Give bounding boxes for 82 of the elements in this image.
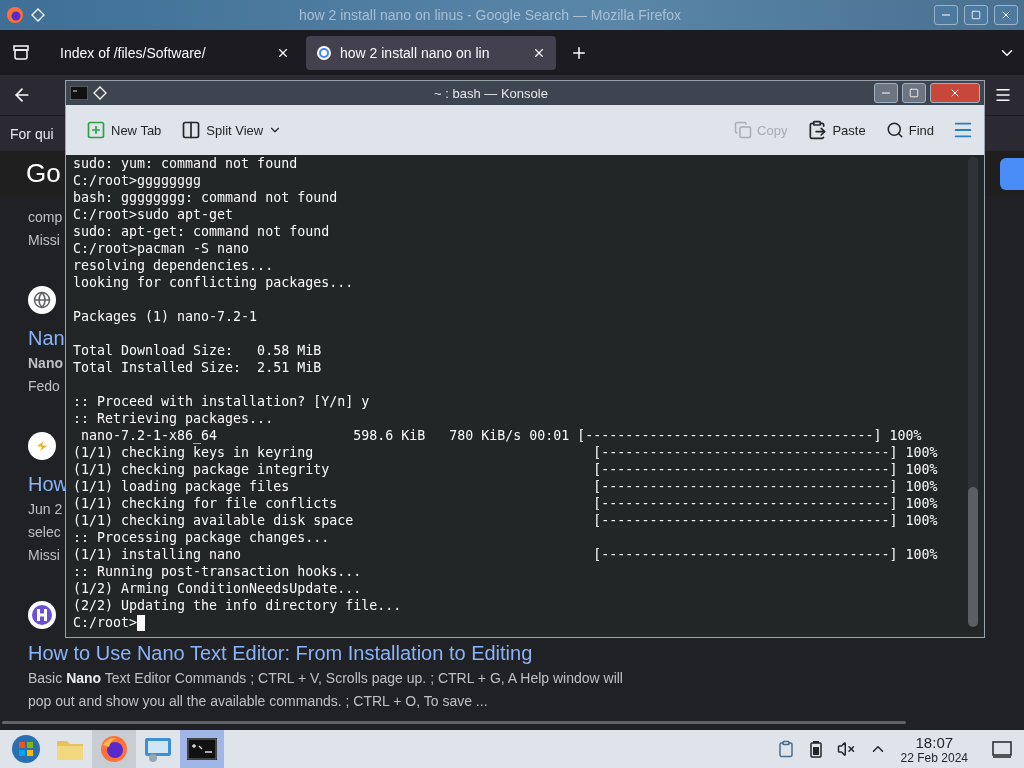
terminal-line: sudo: yum: command not found (73, 155, 298, 172)
terminal-line: (1/2) Arming ConditionNeedsUpdate... (73, 580, 362, 597)
result-snippet: Jun 2 (28, 500, 63, 519)
terminal-line: sudo: apt-get: command not found (73, 223, 330, 240)
paste-icon (807, 120, 828, 140)
result-snippet: Basic Nano Text Editor Commands ; CTRL + V, Scrolls page up. ; CTRL + G, A Help window will (28, 669, 623, 688)
result-title[interactable]: How to Use Nano Text Editor: From Installation to Editing (28, 639, 533, 667)
battery-icon[interactable] (808, 740, 823, 758)
window-title: how 2 install nano on linus - Google Search — Mozilla Firefox (297, 7, 683, 23)
toolbar-button[interactable]: Paste (805, 118, 868, 142)
close-button[interactable] (994, 5, 1018, 25)
terminal-line: (2/2) Updating the info directory file... (73, 597, 402, 614)
terminal-line: bash: gggggggg: command not found (73, 189, 338, 206)
clock[interactable]: 18:07 22 Feb 2024 (900, 733, 968, 765)
split-view-icon (181, 120, 202, 140)
result-title[interactable]: Nan (28, 324, 65, 352)
toolbar-button[interactable]: Find (883, 119, 936, 141)
result-snippet: selec (28, 523, 61, 542)
terminal-line: (1/1) checking keys in keyring [------------------------------------] 100% (73, 444, 938, 461)
terminal-icon (187, 738, 217, 760)
result-snippet: Missi (28, 546, 60, 565)
google-icon (316, 44, 332, 61)
scrollbar[interactable] (968, 157, 978, 627)
terminal-line: Total Download Size: 0.58 MiB (73, 342, 322, 359)
result-snippet: comp (28, 208, 63, 227)
taskbar-button[interactable] (180, 730, 224, 768)
terminal-line: :: Running post-transaction hooks... (73, 563, 362, 580)
taskbar-button[interactable] (92, 730, 136, 768)
terminal-line: (1/1) loading package files [------------------------------------] 100% (73, 478, 938, 495)
result-snippet: pop out and show you all the available commands. ; CTRL + O, To save ... (28, 692, 488, 711)
google-logo: Go (26, 158, 61, 189)
result-snippet: Missi (28, 231, 60, 250)
close-icon (1000, 9, 1012, 21)
terminal-line: :: Retrieving packages... (73, 410, 274, 427)
globe-icon (28, 286, 56, 314)
new-tab-icon (86, 120, 106, 140)
terminal-line: C:/root>sudo apt-get (73, 206, 234, 223)
terminal-line: resolving dependencies... (73, 257, 274, 274)
close-icon (949, 87, 961, 99)
browser-tab[interactable]: how 2 install nano on lin (306, 35, 556, 70)
tab-overview-icon[interactable] (12, 44, 30, 61)
terminal-line: :: Proceed with installation? [Y/n] y (73, 393, 370, 410)
result-snippet: Nano (28, 354, 63, 373)
terminal-line: (1/1) checking package integrity [------------------------------------] 100% (73, 461, 938, 478)
show-desktop-icon[interactable] (992, 740, 1012, 758)
firefox-icon (6, 6, 24, 24)
firefox-icon (100, 735, 128, 763)
terminal-line: (1/1) checking available disk space [------------------------------------] 100% (73, 512, 938, 529)
terminal-line: C:/root> (73, 614, 138, 631)
maximize-button[interactable] (902, 83, 926, 103)
banner-text: For qui (10, 125, 54, 142)
system-monitor-icon (143, 735, 173, 763)
maximize-icon (909, 88, 919, 98)
result-snippet: Fedo (28, 377, 60, 396)
terminal-line: Packages (1) nano-7.2-1 (73, 308, 258, 325)
terminal-line: looking for conflicting packages... (73, 274, 354, 291)
site-icon (28, 432, 56, 460)
toolbar-button[interactable]: Split View (179, 118, 285, 142)
site-icon (28, 601, 56, 629)
maximize-icon (971, 10, 981, 20)
window-title: ~ : bash — Konsole (433, 85, 549, 101)
scrollbar[interactable] (2, 721, 906, 724)
terminal-line: C:/root>gggggggg (73, 172, 202, 189)
muted-speaker-icon[interactable] (836, 740, 855, 758)
pin-icon (30, 7, 46, 23)
pin-icon (92, 85, 108, 101)
terminal-line: C:/root>pacman -S nano (73, 240, 250, 257)
search-icon (885, 121, 904, 139)
maximize-button[interactable] (964, 5, 988, 25)
copy-icon (734, 121, 753, 139)
menu-icon[interactable] (994, 86, 1012, 104)
terminal-line: nano-7.2-1-x86_64 598.6 KiB 780 KiB/s 00:01 [------------------------------------] 100% (80, 427, 922, 444)
toolbar-button[interactable]: New Tab (84, 118, 164, 142)
browser-tab[interactable]: Index of /files/Software/ (50, 35, 300, 70)
terminal-line: :: Processing package changes... (73, 529, 330, 546)
terminal-line: (1/1) installing nano [------------------------------------] 100% (73, 546, 938, 563)
terminal-icon (70, 86, 88, 100)
clipboard-icon[interactable] (776, 740, 795, 758)
start-orb-icon (11, 734, 41, 764)
terminal-line: (1/1) checking for file conflicts [------------------------------------] 100% (73, 495, 938, 512)
page-button[interactable] (1000, 157, 1024, 190)
terminal-line: Total Installed Size: 2.51 MiB (73, 359, 322, 376)
